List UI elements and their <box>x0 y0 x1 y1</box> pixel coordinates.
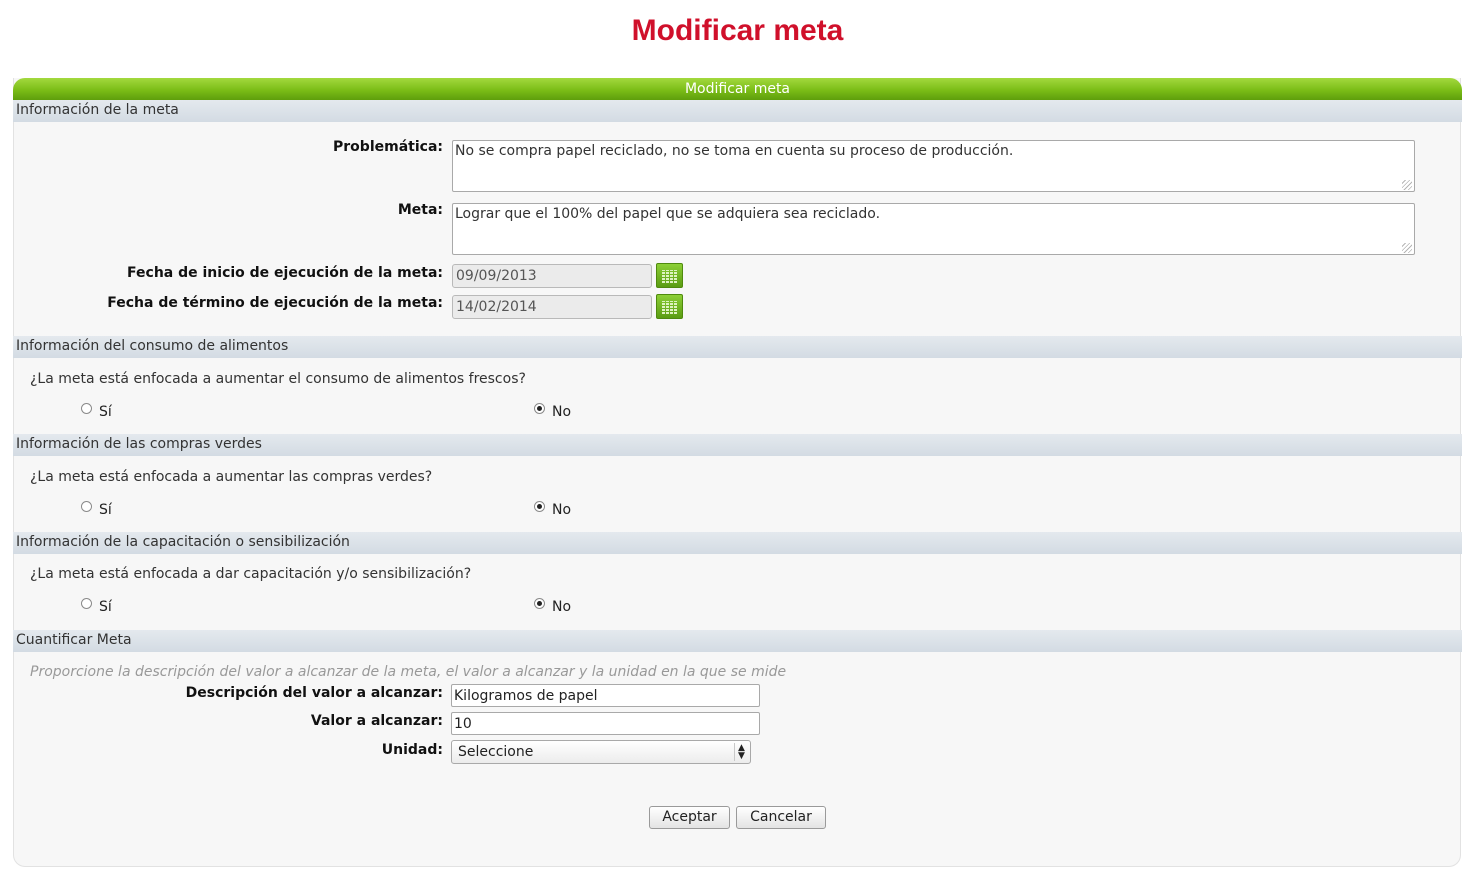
panel-header: Modificar meta <box>13 78 1462 100</box>
chevron-updown-icon: ▲ ▼ <box>734 743 748 761</box>
fecha-termino-input[interactable] <box>452 295 652 319</box>
calendar-icon[interactable] <box>656 294 683 319</box>
alimentos-si-label: Sí <box>99 404 112 420</box>
cancelar-button[interactable]: Cancelar <box>736 806 826 829</box>
unidad-selected-value: Seleccione <box>458 744 534 760</box>
resize-grip-icon[interactable] <box>1402 180 1412 190</box>
meta-label: Meta: <box>397 202 443 218</box>
cuantificar-hint: Proporcione la descripción del valor a a… <box>30 664 787 680</box>
capacitacion-no-radio[interactable] <box>534 598 545 609</box>
alimentos-si-radio[interactable] <box>81 403 92 414</box>
descripcion-input[interactable] <box>451 684 760 707</box>
unidad-label: Unidad: <box>381 742 443 758</box>
compras-no-radio[interactable] <box>534 501 545 512</box>
section-compras: Información de las compras verdes <box>13 434 1462 456</box>
section-alimentos: Información del consumo de alimentos <box>13 336 1462 358</box>
compras-question: ¿La meta está enfocada a aumentar las co… <box>30 469 433 485</box>
section-capacitacion: Información de la capacitación o sensibi… <box>13 532 1462 554</box>
capacitacion-si-radio[interactable] <box>81 598 92 609</box>
aceptar-button[interactable]: Aceptar <box>649 806 730 829</box>
fecha-termino-label: Fecha de término de ejecución de la meta… <box>107 295 443 311</box>
unidad-select[interactable]: Seleccione ▲ ▼ <box>451 740 751 764</box>
problematica-textarea[interactable]: No se compra papel reciclado, no se toma… <box>452 140 1415 192</box>
section-cuantificar: Cuantificar Meta <box>13 630 1462 652</box>
compras-si-radio[interactable] <box>81 501 92 512</box>
calendar-icon[interactable] <box>656 263 683 288</box>
capacitacion-question: ¿La meta está enfocada a dar capacitació… <box>30 566 472 582</box>
capacitacion-si-label: Sí <box>99 599 112 615</box>
valor-label: Valor a alcanzar: <box>310 713 443 729</box>
page-title: Modificar meta <box>631 14 844 47</box>
compras-si-label: Sí <box>99 502 112 518</box>
capacitacion-no-label: No <box>552 599 572 615</box>
descripcion-label: Descripción del valor a alcanzar: <box>185 685 443 701</box>
compras-no-label: No <box>552 502 572 518</box>
fecha-inicio-input[interactable] <box>452 264 652 288</box>
resize-grip-icon[interactable] <box>1402 243 1412 253</box>
alimentos-question: ¿La meta está enfocada a aumentar el con… <box>30 371 526 387</box>
meta-textarea[interactable]: Lograr que el 100% del papel que se adqu… <box>452 203 1415 255</box>
alimentos-no-radio[interactable] <box>534 403 545 414</box>
fecha-inicio-label: Fecha de inicio de ejecución de la meta: <box>127 265 443 281</box>
valor-input[interactable] <box>451 712 760 735</box>
section-meta: Información de la meta <box>13 100 1462 122</box>
problematica-label: Problemática: <box>333 139 443 155</box>
alimentos-no-label: No <box>552 404 572 420</box>
